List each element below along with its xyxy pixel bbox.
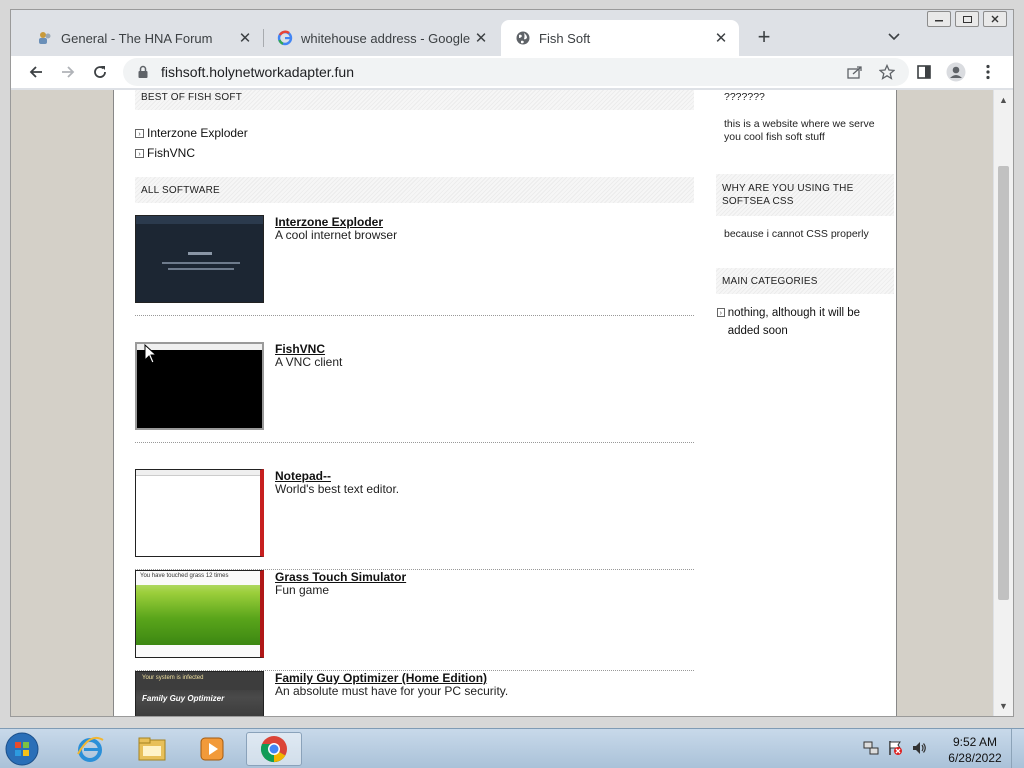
software-title-link[interactable]: Notepad-- — [275, 469, 331, 483]
share-icon[interactable] — [845, 62, 865, 82]
close-window-icon[interactable] — [983, 11, 1007, 27]
minimize-icon[interactable] — [927, 11, 951, 27]
browser-window: General - The HNA Forum ✕ whitehouse add… — [10, 9, 1014, 717]
google-icon — [277, 30, 293, 46]
close-icon[interactable]: ✕ — [713, 30, 729, 47]
chrome-icon[interactable] — [246, 732, 302, 766]
tab-title: whitehouse address - Google Se — [301, 30, 473, 46]
software-title-link[interactable]: FishVNC — [275, 342, 325, 356]
menu-kebab-icon[interactable] — [977, 61, 999, 83]
software-description: A cool internet browser — [275, 228, 398, 242]
software-title-link[interactable]: Interzone Exploder — [275, 215, 383, 229]
scroll-up-icon[interactable]: ▲ — [994, 92, 1013, 108]
scroll-down-icon[interactable]: ▼ — [994, 698, 1013, 714]
sidebar-about-heading: ??????? — [724, 91, 765, 103]
software-item: FishVNC A VNC client — [135, 342, 694, 430]
all-software-heading: ALL SOFTWARE — [135, 177, 694, 203]
tab-hna-forum[interactable]: General - The HNA Forum ✕ — [23, 20, 263, 56]
file-explorer-icon[interactable] — [124, 732, 180, 766]
taskbar-clock[interactable]: 9:52 AM 6/28/2022 — [940, 734, 1010, 766]
maximize-icon[interactable] — [955, 11, 979, 27]
scrollbar-thumb[interactable] — [998, 166, 1009, 600]
new-tab-button[interactable]: + — [753, 24, 775, 49]
software-item: Your system is infected Family Guy Optim… — [135, 671, 694, 716]
network-icon[interactable] — [862, 739, 880, 757]
lock-icon[interactable] — [135, 65, 151, 79]
thumbnail-logo: Family Guy Optimizer — [142, 694, 225, 703]
thumbnail-caption: You have touched grass 12 times — [136, 571, 260, 585]
arrow-bullet-icon: › — [135, 148, 144, 158]
page-viewport: BEST OF FISH SOFT › Interzone Exploder ›… — [11, 90, 993, 716]
software-thumbnail[interactable] — [135, 215, 264, 303]
close-icon[interactable]: ✕ — [473, 30, 489, 47]
software-item: Interzone Exploder A cool internet brows… — [135, 215, 694, 303]
browser-toolbar: fishsoft.holynetworkadapter.fun — [11, 56, 1013, 88]
software-description: Fun game — [275, 583, 330, 597]
best-of-heading: BEST OF FISH SOFT — [135, 90, 694, 110]
tab-title: Fish Soft — [539, 30, 591, 46]
forward-arrow-icon[interactable] — [57, 61, 79, 83]
best-of-link-interzone[interactable]: › Interzone Exploder — [135, 126, 248, 140]
side-panel-icon[interactable] — [913, 61, 935, 83]
thumbnail-caption: Your system is infected — [136, 672, 263, 690]
clock-date: 6/28/2022 — [948, 751, 1002, 765]
tab-strip: General - The HNA Forum ✕ whitehouse add… — [11, 10, 1013, 56]
sidebar-categories-heading: MAIN CATEGORIES — [716, 268, 894, 294]
sidebar-why-text: because i cannot CSS properly — [724, 228, 869, 240]
back-arrow-icon[interactable] — [25, 61, 47, 83]
show-desktop-button[interactable] — [1011, 729, 1024, 768]
close-icon[interactable]: ✕ — [237, 30, 253, 47]
software-thumbnail[interactable]: You have touched grass 12 times — [135, 570, 264, 658]
system-tray — [862, 739, 934, 757]
bookmark-star-icon[interactable] — [877, 62, 897, 82]
item-divider — [135, 315, 694, 316]
software-title-link[interactable]: Family Guy Optimizer (Home Edition) — [275, 671, 487, 685]
arrow-bullet-icon: › — [717, 308, 725, 317]
mouse-cursor-icon — [144, 343, 158, 364]
software-description: World's best text editor. — [275, 482, 400, 496]
software-thumbnail[interactable] — [135, 469, 264, 557]
tab-google-search[interactable]: whitehouse address - Google Se ✕ — [263, 20, 499, 56]
link-label[interactable]: nothing, although it will be added soon — [728, 304, 887, 340]
start-button[interactable] — [4, 731, 44, 767]
software-title-link[interactable]: Grass Touch Simulator — [275, 570, 406, 584]
sidebar-about-text: this is a website where we serve you coo… — [724, 118, 875, 143]
internet-explorer-icon[interactable] — [62, 732, 118, 766]
link-label[interactable]: FishVNC — [147, 146, 195, 160]
arrow-bullet-icon: › — [135, 128, 144, 138]
url-text[interactable]: fishsoft.holynetworkadapter.fun — [161, 64, 845, 80]
software-item: You have touched grass 12 times Grass To… — [135, 570, 694, 658]
software-description: A VNC client — [275, 355, 343, 369]
address-bar[interactable]: fishsoft.holynetworkadapter.fun — [123, 58, 909, 86]
volume-icon[interactable] — [910, 739, 928, 757]
window-controls — [923, 11, 1007, 27]
tab-fish-soft[interactable]: Fish Soft ✕ — [501, 20, 739, 56]
forum-icon — [37, 30, 53, 46]
link-label[interactable]: Interzone Exploder — [147, 126, 248, 140]
category-link[interactable]: › nothing, although it will be added soo… — [717, 304, 887, 340]
reload-icon[interactable] — [89, 61, 111, 83]
tab-search-chevron-icon[interactable] — [885, 28, 903, 46]
fish-soft-page: BEST OF FISH SOFT › Interzone Exploder ›… — [113, 90, 897, 716]
software-description: An absolute must have for your PC securi… — [275, 684, 509, 698]
profile-avatar-icon[interactable] — [945, 61, 967, 83]
vertical-scrollbar[interactable]: ▲ ▼ — [994, 90, 1013, 716]
best-of-link-fishvnc[interactable]: › FishVNC — [135, 146, 195, 160]
windows-taskbar: 9:52 AM 6/28/2022 — [0, 728, 1024, 768]
globe-icon — [515, 30, 531, 46]
clock-time: 9:52 AM — [952, 735, 998, 749]
tab-title: General - The HNA Forum — [61, 30, 213, 46]
software-item: Notepad-- World's best text editor. — [135, 469, 694, 557]
sidebar-why-heading: WHY ARE YOU USING THE SOFTSEA CSS — [716, 174, 894, 216]
software-thumbnail[interactable]: Your system is infected Family Guy Optim… — [135, 671, 264, 716]
media-player-icon[interactable] — [184, 732, 240, 766]
action-center-flag-icon[interactable] — [886, 739, 904, 757]
item-divider — [135, 442, 694, 443]
